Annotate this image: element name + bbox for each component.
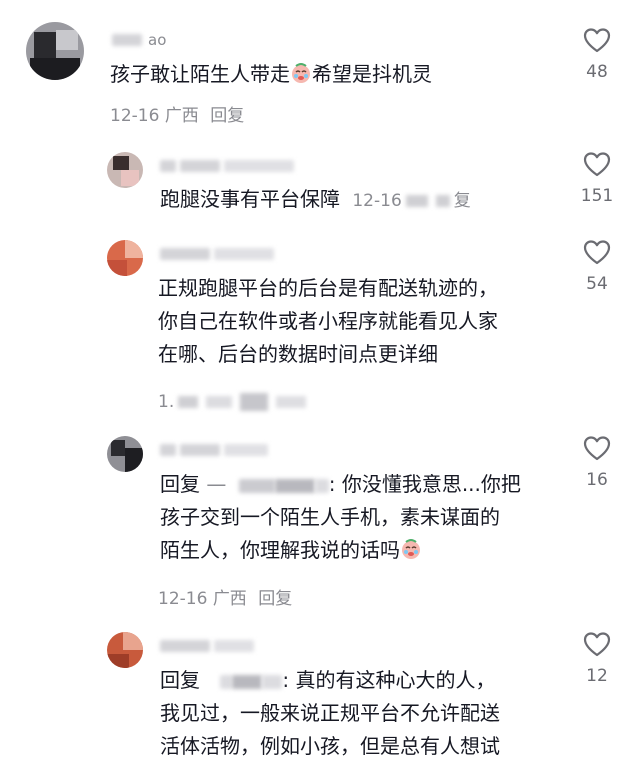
redacted — [435, 195, 450, 207]
comment-line: 孩子交到一个陌生人手机，素未谋面的 — [160, 505, 500, 529]
username[interactable]: ao — [112, 30, 166, 50]
like-button[interactable]: 16 — [577, 434, 617, 490]
username-suffix: ao — [148, 31, 167, 49]
heart-outline-icon — [583, 152, 611, 177]
like-button[interactable]: 48 — [577, 26, 617, 82]
redacted — [178, 396, 199, 408]
like-count: 12 — [586, 666, 608, 686]
heart-outline-icon — [583, 436, 611, 461]
mentioned-user[interactable] — [262, 674, 283, 689]
reply-button[interactable]: 回复 — [210, 106, 244, 126]
username[interactable] — [160, 156, 298, 176]
like-count: 54 — [586, 274, 608, 294]
comment-text: 孩子敢让陌生人带走 希望是抖机灵 — [110, 58, 432, 91]
username[interactable] — [160, 636, 258, 656]
mentioned-user[interactable] — [220, 674, 233, 689]
reply-prefix: 回复 — [160, 668, 200, 692]
comment-text: 回复 — : 你没懂我意思...你把 孩子交到一个陌生人手机，素未谋面的 陌生人… — [160, 468, 521, 567]
heart-outline-icon — [583, 240, 611, 265]
username[interactable] — [160, 440, 272, 460]
mentioned-user[interactable] — [314, 478, 329, 493]
avatar[interactable] — [26, 22, 84, 80]
comment-line: 跑腿没事有平台保障 — [160, 187, 340, 211]
heart-outline-icon — [583, 632, 611, 657]
comment-region: 广西 — [212, 589, 247, 609]
comment-region: 广西 — [164, 106, 199, 126]
like-count: 48 — [586, 62, 608, 82]
reply-button[interactable]: 复 — [454, 191, 471, 211]
comment-line: 在哪、后台的数据时间点更详细 — [158, 342, 438, 366]
crying-face-emoji — [292, 63, 310, 83]
comment-line: 你自己在软件或者小程序就能看见人家 — [158, 309, 498, 333]
avatar[interactable] — [107, 436, 143, 472]
comment-line: 希望是抖机灵 — [312, 62, 432, 86]
like-button[interactable]: 54 — [577, 238, 617, 294]
comment-meta: 12-16 复 — [352, 191, 470, 211]
comment-line: : 你没懂我意思...你把 — [328, 472, 521, 496]
comment-date: 1. — [158, 392, 175, 412]
crying-face-emoji — [402, 539, 420, 559]
comment-line: 我见过，一般来说正规平台不允许配送 — [160, 701, 500, 725]
mentioned-user[interactable] — [232, 674, 263, 689]
comment-meta: 1. — [158, 392, 310, 412]
comment-line: 孩子敢让陌生人带走 — [110, 62, 290, 86]
comment-line: 陌生人，你理解我说的话吗 — [160, 538, 400, 562]
comment-date: 12-16 — [352, 191, 402, 211]
redacted — [240, 393, 269, 411]
heart-outline-icon — [583, 28, 611, 53]
redacted — [405, 195, 428, 207]
comment-text: 回复 : 真的有这种心大的人， 我见过，一般来说正规平台不允许配送 活体活物，例… — [160, 664, 500, 763]
reply-button[interactable]: 回复 — [258, 589, 292, 609]
like-count: 16 — [586, 470, 608, 490]
reply-prefix: 回复 — [160, 472, 207, 496]
comment-line: 活体活物，例如小孩，但是总有人想试 — [160, 734, 500, 758]
mentioned-user[interactable] — [238, 478, 275, 493]
avatar[interactable] — [107, 240, 143, 276]
comment-meta: 12-16 广西 回复 — [110, 101, 244, 126]
comment-text: 正规跑腿平台的后台是有配送轨迹的， 你自己在软件或者小程序就能看见人家 在哪、后… — [158, 272, 498, 371]
mentioned-user[interactable] — [274, 478, 315, 493]
comment-line: : 真的有这种心大的人， — [282, 668, 496, 692]
reply-dash: — — [206, 472, 227, 496]
avatar[interactable] — [107, 632, 143, 668]
like-button[interactable]: 12 — [577, 630, 617, 686]
comment-line: 正规跑腿平台的后台是有配送轨迹的， — [158, 276, 498, 300]
avatar[interactable] — [107, 152, 143, 188]
like-button[interactable]: 151 — [577, 150, 617, 206]
comment-date: 12-16 — [158, 589, 208, 609]
comment-meta: 12-16 广西 回复 — [158, 584, 292, 609]
username[interactable] — [160, 244, 278, 264]
redacted — [206, 396, 233, 408]
redacted — [276, 396, 307, 408]
comment-date: 12-16 — [110, 106, 160, 126]
comment-text: 跑腿没事有平台保障 12-16 复 — [160, 183, 471, 218]
like-count: 151 — [580, 186, 614, 206]
